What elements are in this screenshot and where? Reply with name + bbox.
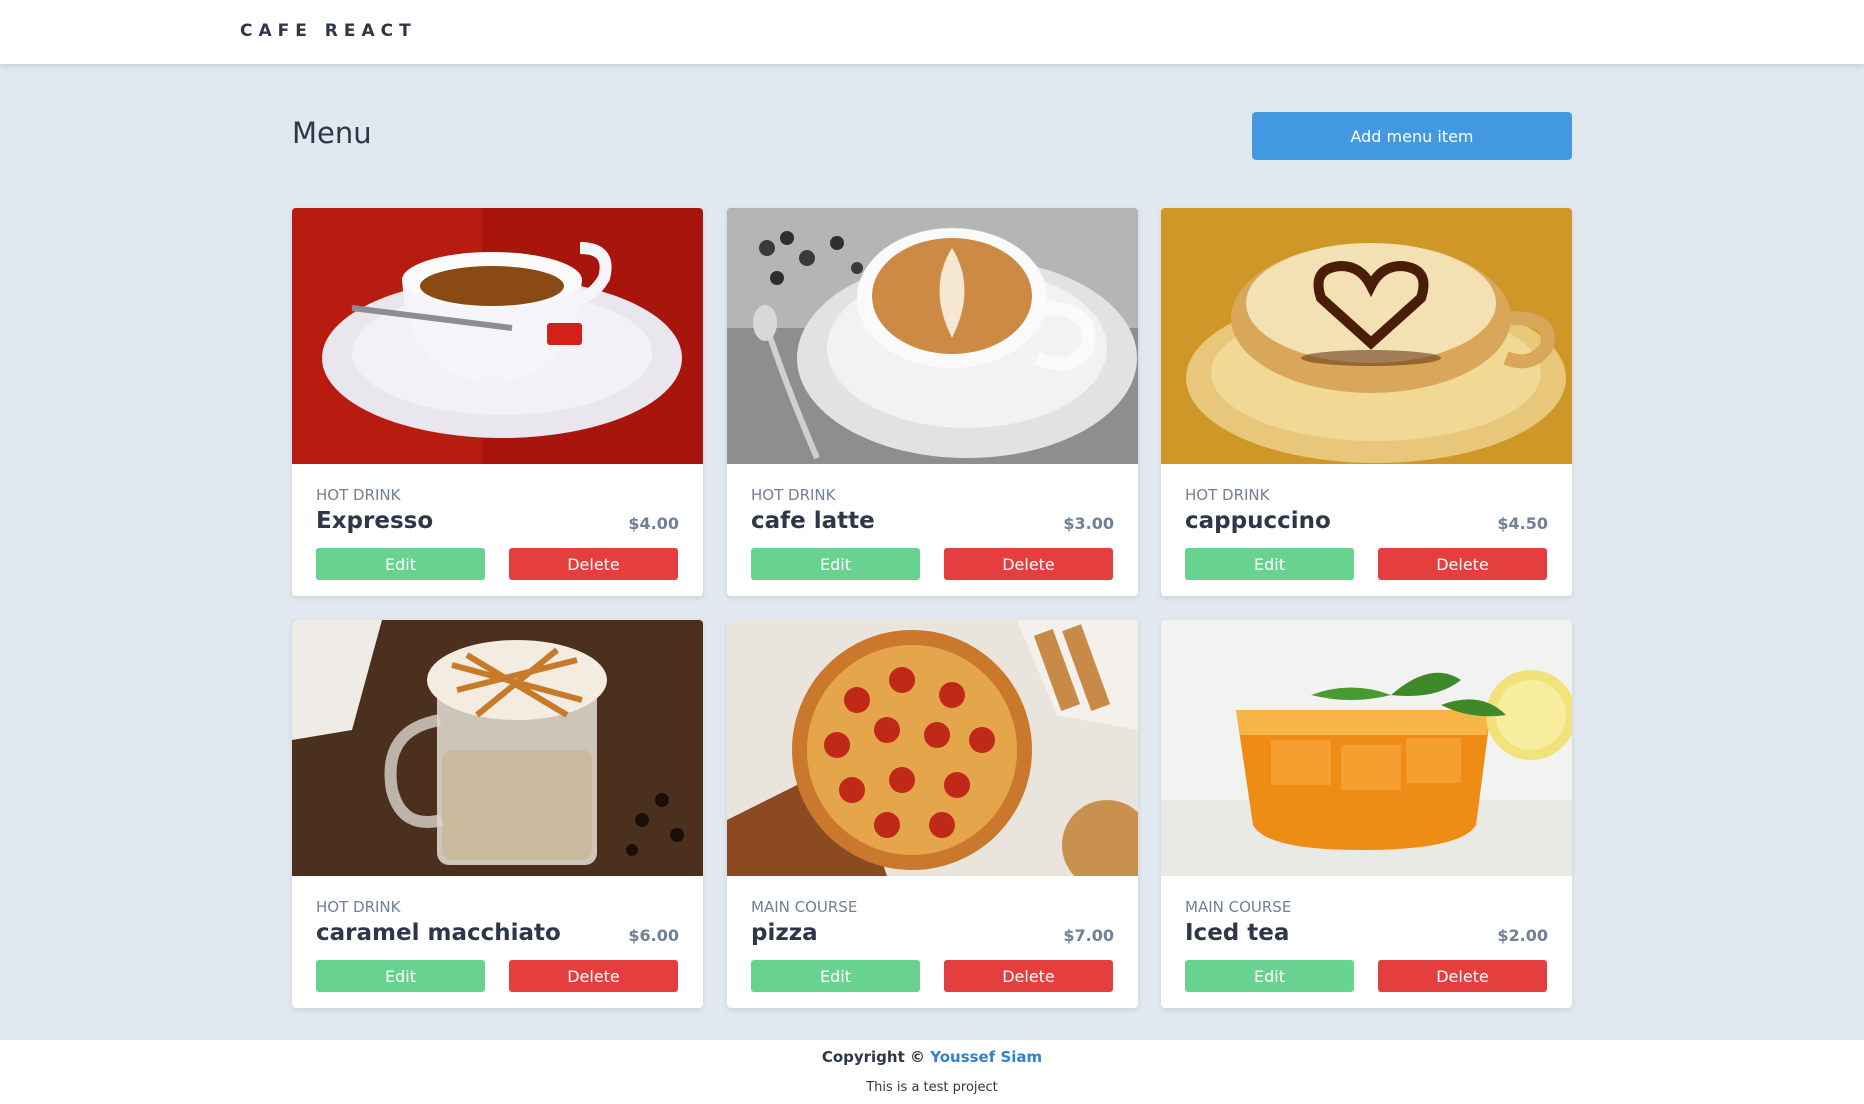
add-menu-item-button[interactable]: Add menu item bbox=[1252, 112, 1572, 160]
menu-card: HOT DRINK caramel macchiato $6.00 Edit D… bbox=[292, 620, 703, 1008]
brand-logo[interactable]: CAFE REACT bbox=[240, 21, 417, 41]
menu-card: MAIN COURSE pizza $7.00 Edit Delete bbox=[727, 620, 1138, 1008]
item-category: MAIN COURSE bbox=[1185, 898, 1292, 916]
item-price: $7.00 bbox=[1063, 926, 1114, 945]
delete-button[interactable]: Delete bbox=[509, 548, 678, 580]
latte-art-cup-image bbox=[727, 208, 1138, 464]
footer-note: This is a test project bbox=[866, 1080, 998, 1095]
cappuccino-heart-image bbox=[1161, 208, 1572, 464]
navbar: CAFE REACT bbox=[0, 0, 1864, 64]
item-category: MAIN COURSE bbox=[751, 898, 858, 916]
edit-button[interactable]: Edit bbox=[1185, 960, 1354, 992]
edit-button[interactable]: Edit bbox=[316, 960, 485, 992]
delete-button[interactable]: Delete bbox=[944, 960, 1113, 992]
item-price: $2.00 bbox=[1497, 926, 1548, 945]
delete-button[interactable]: Delete bbox=[944, 548, 1113, 580]
item-category: HOT DRINK bbox=[316, 486, 401, 504]
edit-button[interactable]: Edit bbox=[751, 548, 920, 580]
item-price: $4.00 bbox=[628, 514, 679, 533]
edit-button[interactable]: Edit bbox=[1185, 548, 1354, 580]
item-name: pizza bbox=[751, 920, 818, 946]
edit-button[interactable]: Edit bbox=[316, 548, 485, 580]
delete-button[interactable]: Delete bbox=[1378, 960, 1547, 992]
item-category: HOT DRINK bbox=[1185, 486, 1270, 504]
footer: Copyright © Youssef Siam This is a test … bbox=[0, 1040, 1864, 1104]
caramel-macchiato-image bbox=[292, 620, 703, 876]
item-name: cappuccino bbox=[1185, 508, 1331, 534]
item-name: Expresso bbox=[316, 508, 434, 534]
item-price: $6.00 bbox=[628, 926, 679, 945]
iced-tea-glass-image bbox=[1161, 620, 1572, 876]
menu-card: HOT DRINK cafe latte $3.00 Edit Delete bbox=[727, 208, 1138, 596]
menu-card: HOT DRINK Expresso $4.00 Edit Delete bbox=[292, 208, 703, 596]
copyright-prefix: Copyright © bbox=[821, 1048, 925, 1066]
item-name: cafe latte bbox=[751, 508, 875, 534]
author-link[interactable]: Youssef Siam bbox=[930, 1048, 1042, 1066]
item-price: $4.50 bbox=[1497, 514, 1548, 533]
item-price: $3.00 bbox=[1063, 514, 1114, 533]
item-category: HOT DRINK bbox=[751, 486, 836, 504]
espresso-cup-image bbox=[292, 208, 703, 464]
item-category: HOT DRINK bbox=[316, 898, 401, 916]
menu-card: MAIN COURSE Iced tea $2.00 Edit Delete bbox=[1161, 620, 1572, 1008]
page-title: Menu bbox=[292, 116, 372, 150]
item-name: Iced tea bbox=[1185, 920, 1290, 946]
delete-button[interactable]: Delete bbox=[509, 960, 678, 992]
menu-card: HOT DRINK cappuccino $4.50 Edit Delete bbox=[1161, 208, 1572, 596]
edit-button[interactable]: Edit bbox=[751, 960, 920, 992]
copyright-text: Copyright © Youssef Siam bbox=[0, 1048, 1864, 1066]
delete-button[interactable]: Delete bbox=[1378, 548, 1547, 580]
pepperoni-pizza-image bbox=[727, 620, 1138, 876]
item-name: caramel macchiato bbox=[316, 920, 561, 946]
